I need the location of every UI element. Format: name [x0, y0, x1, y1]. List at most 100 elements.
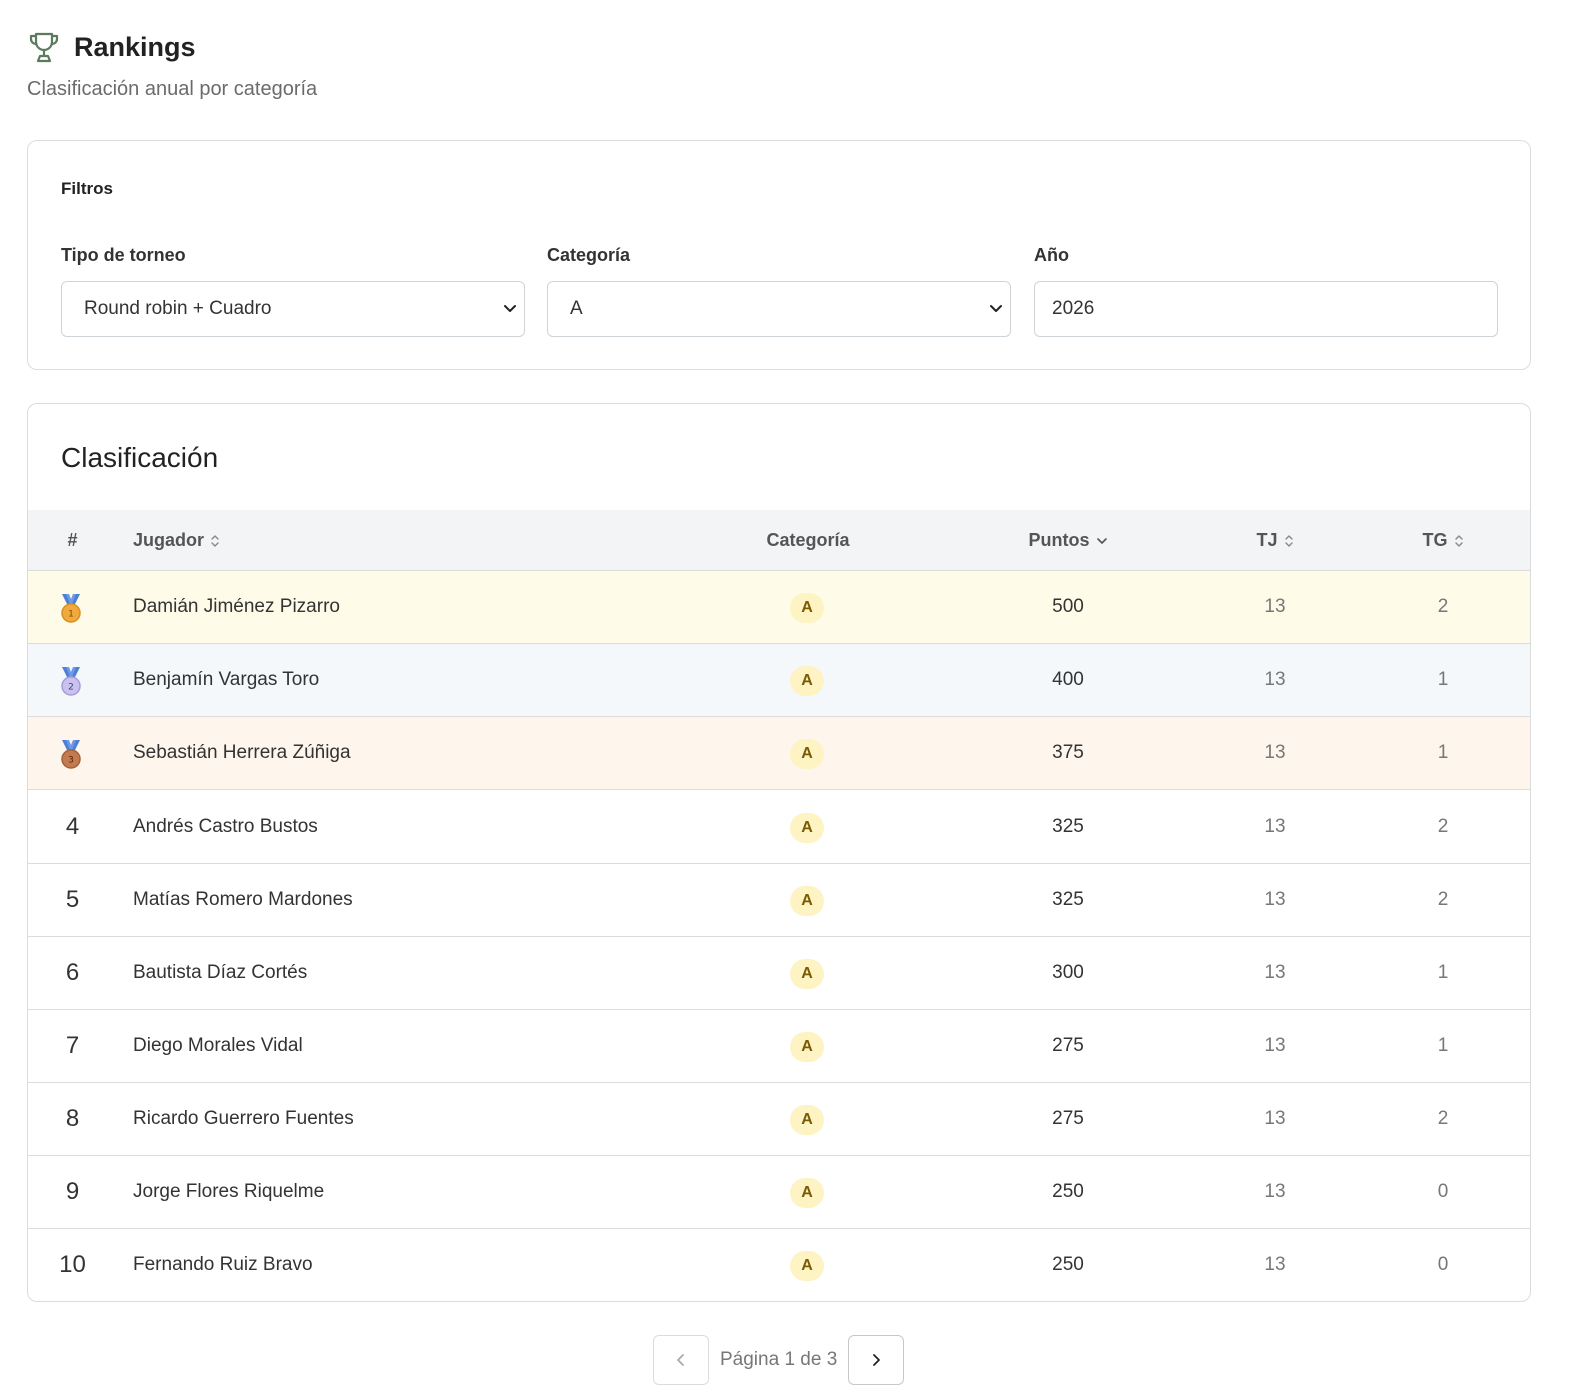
table-row: 1 Damián Jiménez Pizarro A 500 13 2 — [28, 571, 1530, 644]
tj-cell: 13 — [1264, 962, 1286, 983]
rank-cell: 10 — [59, 1251, 86, 1278]
rank-cell: 7 — [65, 1032, 80, 1059]
tj-cell: 13 — [1264, 1108, 1286, 1129]
table-title: Clasificación — [61, 442, 219, 473]
year-label: Año — [1034, 245, 1069, 265]
bronze-medal-icon: 3 — [61, 740, 81, 769]
tj-cell: 13 — [1264, 889, 1286, 910]
chevron-down-icon — [990, 305, 1002, 312]
table-row: 6 Bautista Díaz Cortés A 300 13 1 — [28, 937, 1530, 1010]
category-field: Categoría A — [547, 245, 1011, 337]
rank-cell: 4 — [65, 813, 80, 840]
player-name: Andrés Castro Bustos — [133, 816, 318, 837]
category-cell: A — [790, 1229, 826, 1301]
tg-cell: 1 — [1437, 742, 1449, 763]
table-row: 10 Fernando Ruiz Bravo A 250 13 0 — [28, 1229, 1530, 1301]
tj-cell: 13 — [1264, 596, 1286, 617]
table-row: 5 Matías Romero Mardones A 325 13 2 — [28, 864, 1530, 937]
filters-title: Filtros — [61, 179, 113, 198]
player-name: Fernando Ruiz Bravo — [133, 1254, 313, 1275]
previous-page-button[interactable] — [653, 1335, 709, 1385]
next-page-button[interactable] — [848, 1335, 905, 1385]
tournament-type-select[interactable]: Round robin + Cuadro — [61, 281, 525, 337]
points-cell: 325 — [1052, 889, 1084, 910]
table-header: # Jugador Categoría Puntos TJ TG — [28, 510, 1530, 571]
tg-cell: 1 — [1437, 669, 1449, 690]
rank-cell: 3 — [28, 717, 117, 789]
points-cell: 250 — [1052, 1254, 1084, 1275]
column-player-label: Jugador — [133, 530, 205, 550]
tj-cell: 13 — [1264, 1035, 1286, 1056]
tournament-type-value: Round robin + Cuadro — [84, 298, 272, 319]
rank-cell: 1 — [28, 571, 117, 643]
category-cell: A — [790, 937, 826, 1009]
column-player[interactable]: Jugador — [133, 510, 220, 570]
column-tg-label: TG — [1422, 530, 1448, 550]
page-header: Rankings Clasificación anual por categor… — [27, 30, 317, 101]
table-row: 7 Diego Morales Vidal A 275 13 1 — [28, 1010, 1530, 1083]
chevron-right-icon — [873, 1354, 881, 1366]
sort-icon — [1284, 535, 1293, 547]
category-cell: A — [790, 791, 826, 863]
table-row: 9 Jorge Flores Riquelme A 250 13 0 — [28, 1156, 1530, 1229]
player-name: Bautista Díaz Cortés — [133, 962, 308, 983]
tj-cell: 13 — [1264, 669, 1286, 690]
year-input[interactable]: 2026 — [1034, 281, 1498, 337]
tg-cell: 2 — [1437, 889, 1449, 910]
sort-desc-icon — [1096, 538, 1107, 545]
category-cell: A — [790, 864, 826, 936]
chevron-left-icon — [677, 1354, 684, 1366]
category-label: Categoría — [547, 245, 631, 265]
tg-cell: 1 — [1437, 1035, 1449, 1056]
tg-cell: 2 — [1437, 1108, 1449, 1129]
column-tj-label: TJ — [1256, 530, 1278, 550]
category-cell: A — [790, 1156, 826, 1228]
category-select[interactable]: A — [547, 281, 1011, 337]
tg-cell: 1 — [1437, 962, 1449, 983]
svg-text:2: 2 — [68, 683, 74, 693]
table-row: 3 Sebastián Herrera Zúñiga A 375 13 1 — [28, 717, 1530, 790]
page-title: Rankings — [74, 31, 196, 62]
rank-cell: 9 — [65, 1178, 80, 1205]
player-name: Jorge Flores Riquelme — [133, 1181, 325, 1202]
points-cell: 300 — [1052, 962, 1084, 983]
category-badge: A — [790, 666, 824, 696]
column-rank: # — [67, 530, 78, 550]
silver-medal-icon: 2 — [61, 667, 81, 696]
points-cell: 250 — [1052, 1181, 1084, 1202]
category-badge: A — [790, 1032, 824, 1062]
category-cell: A — [790, 571, 826, 643]
column-tg[interactable]: TG — [1393, 510, 1493, 570]
tg-cell: 2 — [1437, 596, 1449, 617]
points-cell: 500 — [1052, 596, 1084, 617]
column-points[interactable]: Puntos — [1018, 510, 1118, 570]
year-value: 2026 — [1052, 298, 1095, 319]
player-name: Damián Jiménez Pizarro — [133, 596, 340, 617]
category-badge: A — [790, 1105, 824, 1135]
sort-icon — [1454, 535, 1463, 547]
tournament-type-field: Tipo de torneo Round robin + Cuadro — [61, 245, 525, 337]
player-name: Sebastián Herrera Zúñiga — [133, 742, 351, 763]
tg-cell: 2 — [1437, 816, 1449, 837]
filters-card: Filtros Tipo de torneo Round robin + Cua… — [27, 140, 1531, 370]
table-row: 8 Ricardo Guerrero Fuentes A 275 13 2 — [28, 1083, 1530, 1156]
page-indicator: Página 1 de 3 — [720, 1349, 838, 1370]
tj-cell: 13 — [1264, 1181, 1286, 1202]
player-name: Diego Morales Vidal — [133, 1035, 303, 1056]
tg-cell: 0 — [1437, 1181, 1449, 1202]
points-cell: 400 — [1052, 669, 1084, 690]
category-badge: A — [790, 886, 824, 916]
chevron-down-icon — [504, 305, 516, 312]
column-points-label: Puntos — [1028, 530, 1090, 550]
column-tj[interactable]: TJ — [1225, 510, 1325, 570]
category-cell: A — [790, 1083, 826, 1155]
category-badge: A — [790, 739, 824, 769]
tj-cell: 13 — [1264, 816, 1286, 837]
rank-cell: 6 — [65, 959, 80, 986]
table-row: 2 Benjamín Vargas Toro A 400 13 1 — [28, 644, 1530, 717]
rank-cell: 2 — [28, 644, 117, 716]
gold-medal-icon: 1 — [61, 594, 81, 623]
points-cell: 375 — [1052, 742, 1084, 763]
column-category: Categoría — [766, 530, 850, 550]
points-cell: 275 — [1052, 1035, 1084, 1056]
